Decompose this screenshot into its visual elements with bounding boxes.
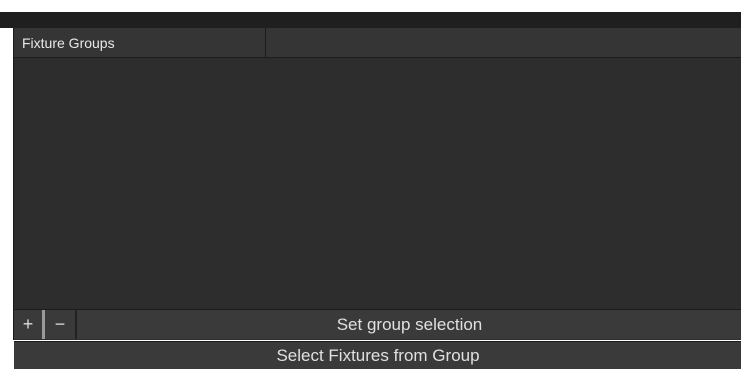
add-group-button[interactable]: + bbox=[14, 310, 45, 339]
set-group-selection-button[interactable]: Set group selection bbox=[76, 310, 741, 339]
select-fixtures-from-group-button[interactable]: Select Fixtures from Group bbox=[14, 341, 741, 369]
group-toolbar: + − Set group selection bbox=[14, 309, 741, 339]
column-header-extra[interactable] bbox=[266, 28, 741, 57]
remove-group-button[interactable]: − bbox=[45, 310, 76, 339]
list-header: Fixture Groups bbox=[14, 28, 741, 58]
title-bar bbox=[0, 12, 741, 28]
fixture-groups-window: Fixture Groups + − Set group selection S… bbox=[0, 0, 741, 369]
minus-icon: − bbox=[54, 314, 66, 334]
fixture-groups-panel: Fixture Groups + − Set group selection S… bbox=[13, 28, 741, 369]
fixture-groups-list[interactable] bbox=[14, 58, 741, 309]
column-header-fixture-groups[interactable]: Fixture Groups bbox=[14, 28, 266, 57]
plus-icon: + bbox=[22, 314, 34, 334]
